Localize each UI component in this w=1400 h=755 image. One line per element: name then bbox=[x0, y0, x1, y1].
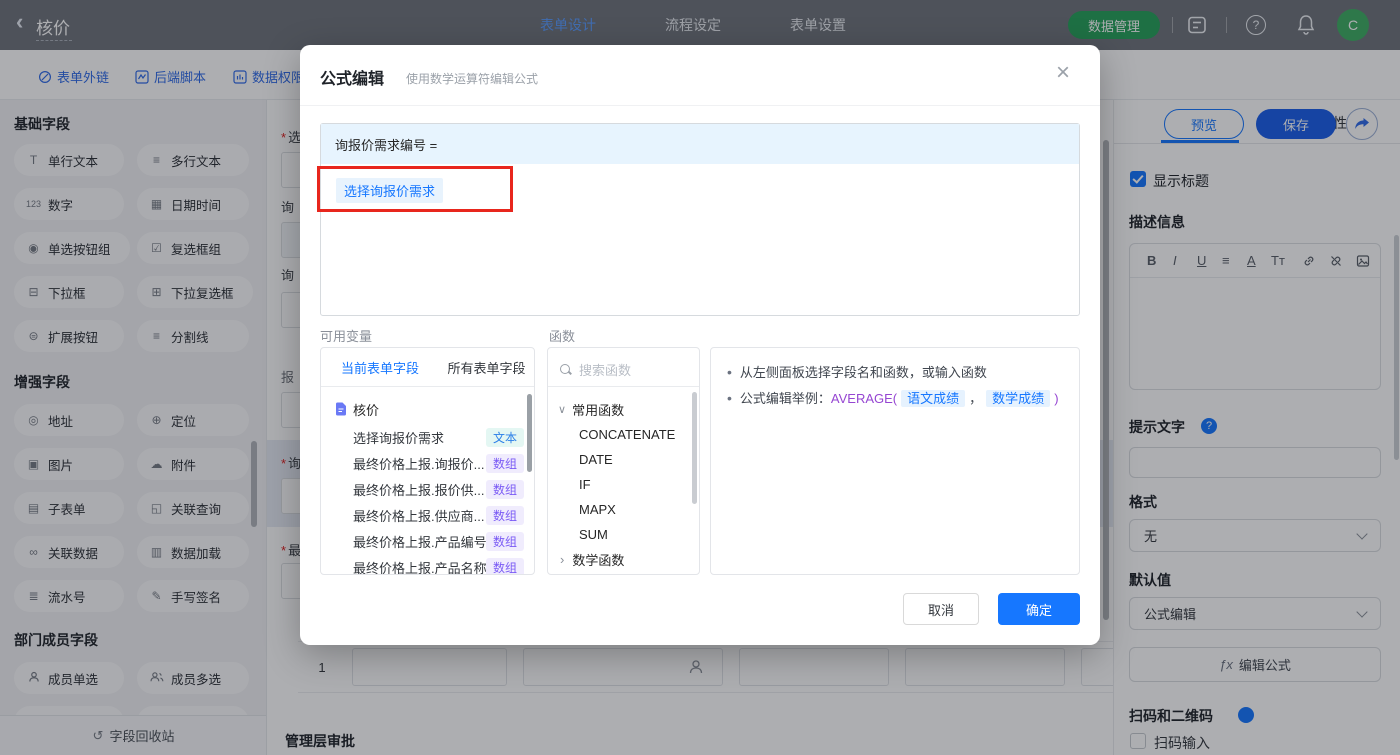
functions-section-label: 函数 bbox=[549, 329, 576, 344]
type-tag: 数组 bbox=[485, 453, 524, 473]
variable-item[interactable]: 选择询报价需求 文本 bbox=[321, 424, 534, 450]
functions-scrollbar[interactable] bbox=[692, 392, 697, 504]
functions-panel: 搜索函数 ∨ 常用函数 CONCATENATE DATE IF MAPX SUM … bbox=[547, 347, 700, 575]
function-group[interactable]: ∨ 常用函数 bbox=[548, 396, 699, 422]
cancel-button[interactable]: 取消 bbox=[903, 593, 979, 625]
type-tag: 数组 bbox=[485, 557, 524, 574]
bullet-icon: • bbox=[727, 389, 732, 406]
function-item[interactable]: CONCATENATE bbox=[548, 421, 699, 447]
caret-right-icon: › bbox=[560, 551, 565, 567]
annotation-highlight-box bbox=[317, 166, 513, 212]
formula-target-bar: 询报价需求编号 = bbox=[321, 124, 1079, 164]
variable-item[interactable]: 最终价格上报.询报价... 数组 bbox=[321, 450, 534, 476]
formula-hint-panel: • 从左侧面板选择字段名和函数，或输入函数 • 公式编辑举例：AVERAGE(语文成… bbox=[710, 347, 1080, 575]
variable-item[interactable]: 最终价格上报.产品名称 数组 bbox=[321, 554, 534, 574]
variable-item[interactable]: 最终价格上报.报价供... 数组 bbox=[321, 476, 534, 502]
type-tag: 文本 bbox=[485, 427, 524, 447]
variables-section-label: 可用变量 bbox=[320, 329, 373, 344]
example-field-token: 语文成绩 bbox=[901, 390, 966, 407]
formula-edit-modal: 公式编辑 使用数学运算符编辑公式 × 询报价需求编号 = 选择询报价需求 可用变… bbox=[300, 45, 1100, 645]
function-search-input[interactable]: 搜索函数 bbox=[560, 360, 631, 379]
function-group[interactable]: ›文本函数 bbox=[548, 569, 699, 576]
example-field-token: 数学成绩 bbox=[986, 390, 1051, 407]
form-doc-icon bbox=[336, 402, 346, 416]
formula-editor[interactable]: 询报价需求编号 = 选择询报价需求 bbox=[320, 123, 1080, 316]
modal-subtitle: 使用数学运算符编辑公式 bbox=[406, 72, 539, 86]
variable-item[interactable]: 最终价格上报.产品编号 数组 bbox=[321, 528, 534, 554]
app-root: * 选 询 询 报 * 询 * 最 1 管理层审批 ‹ 核价 表单设计 流程设定 表单… bbox=[0, 0, 1400, 755]
tabs-divider bbox=[321, 386, 534, 387]
variables-panel: 当前表单字段 所有表单字段 核价 选择询报价需求 文本 最终价格上报.询报价...… bbox=[320, 347, 535, 575]
caret-down-icon: ∨ bbox=[558, 403, 567, 416]
hint-line-1: • 从左侧面板选择字段名和函数，或输入函数 bbox=[727, 363, 987, 381]
search-icon bbox=[560, 364, 571, 375]
function-item[interactable]: DATE bbox=[548, 446, 699, 472]
close-icon[interactable]: × bbox=[1056, 59, 1070, 87]
function-item[interactable]: IF bbox=[548, 471, 699, 497]
confirm-button[interactable]: 确定 bbox=[998, 593, 1080, 625]
modal-title: 公式编辑 bbox=[320, 71, 385, 88]
variables-scrollbar[interactable] bbox=[527, 394, 532, 472]
modal-header-divider bbox=[300, 105, 1100, 106]
function-item[interactable]: SUM bbox=[548, 521, 699, 547]
tab-all-form-fields[interactable]: 所有表单字段 bbox=[439, 348, 534, 386]
function-item[interactable]: MAPX bbox=[548, 496, 699, 522]
type-tag: 数组 bbox=[485, 531, 524, 551]
bullet-icon: • bbox=[727, 363, 732, 380]
caret-right-icon: › bbox=[560, 575, 564, 576]
variable-item[interactable]: 最终价格上报.供应商... 数组 bbox=[321, 502, 534, 528]
search-divider bbox=[548, 386, 699, 387]
tab-current-form-fields[interactable]: 当前表单字段 bbox=[321, 348, 439, 386]
variable-tree-root[interactable]: 核价 bbox=[321, 396, 534, 422]
hint-line-2: • 公式编辑举例：AVERAGE(语文成绩，数学成绩) bbox=[727, 389, 1059, 407]
type-tag: 数组 bbox=[485, 479, 524, 499]
type-tag: 数组 bbox=[485, 505, 524, 525]
